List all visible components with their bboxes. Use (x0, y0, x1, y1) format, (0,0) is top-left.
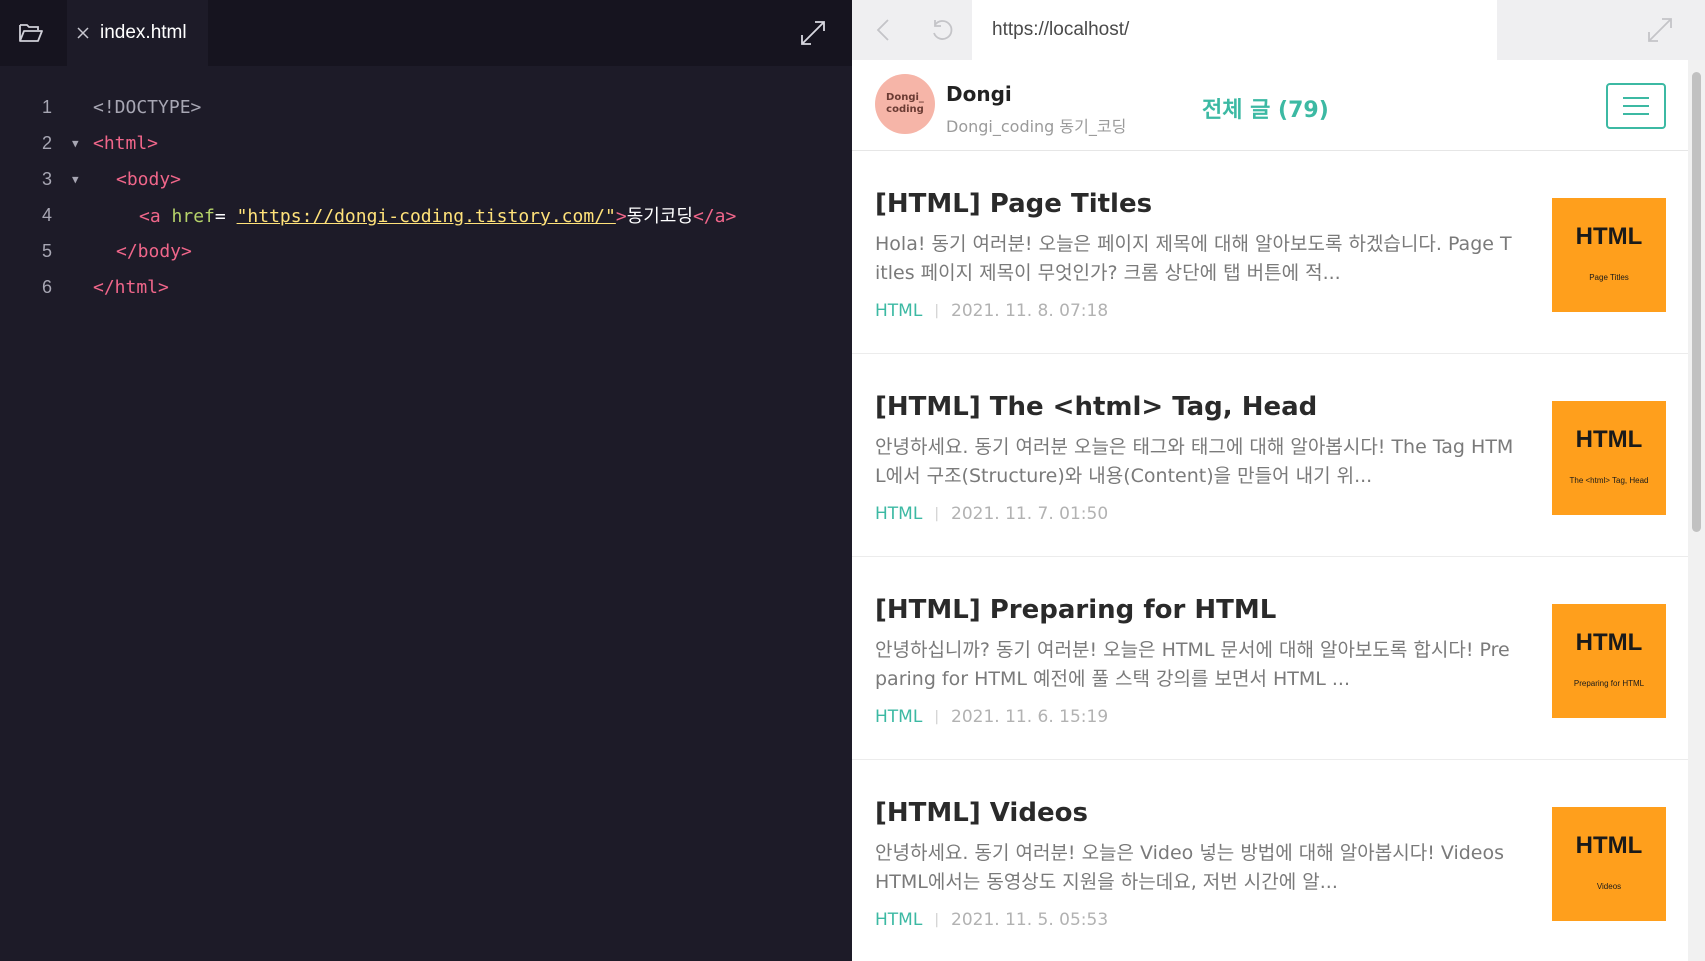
post-excerpt: 안녕하세요. 동기 여러분 오늘은 태그와 태그에 대해 알아봅시다! The … (875, 436, 1514, 487)
post-item[interactable]: [HTML] Page Titles Hola! 동기 여러분! 오늘은 페이지… (852, 151, 1688, 354)
post-date: 2021. 11. 6. 15:19 (951, 707, 1109, 727)
line-number: 4 (41, 204, 52, 225)
line-number: 5 (41, 240, 52, 261)
code-anchor-open: <a (139, 206, 161, 227)
post-excerpt: Hola! 동기 여러분! 오늘은 페이지 제목에 대해 알아보도록 하겠습니다… (875, 233, 1512, 284)
code-editor: index.html 1 <!DOCTYPE> 2 ▼ <html> 3 ▼ <… (0, 0, 852, 961)
thumbnail-title: HTML (1575, 222, 1643, 250)
chevron-left-icon (876, 19, 889, 41)
code-area[interactable]: 1 <!DOCTYPE> 2 ▼ <html> 3 ▼ <body> 4 <a … (0, 89, 852, 305)
post-excerpt: 안녕하세요. 동기 여러분! 오늘은 Video 넣는 방법에 대해 알아봅시다… (875, 842, 1504, 893)
expand-icon[interactable] (1644, 14, 1676, 46)
back-button[interactable] (868, 14, 900, 46)
thumbnail-title: HTML (1575, 425, 1643, 453)
scrollbar-thumb[interactable] (1692, 72, 1701, 532)
meta-separator: | (934, 506, 940, 522)
post-item[interactable]: [HTML] The <html> Tag, Head 안녕하세요. 동기 여러… (852, 354, 1688, 557)
code-line: 3 ▼ <body> (0, 161, 852, 197)
code-line: 4 <a href= "https://dongi-coding.tistory… (0, 197, 852, 233)
code-anchor-line: <a href= "https://dongi-coding.tistory.c… (139, 202, 736, 228)
line-number: 2 (41, 132, 52, 153)
hamburger-menu-icon[interactable] (1606, 83, 1666, 129)
code-doctype: <!DOCTYPE> (93, 96, 202, 118)
post-meta: HTML | 2021. 11. 8. 07:18 (875, 301, 1108, 321)
post-title[interactable]: [HTML] Preparing for HTML (875, 595, 1276, 625)
meta-separator: | (934, 709, 940, 725)
thumbnail-subtitle: Page Titles (1589, 272, 1629, 282)
post-title[interactable]: [HTML] Videos (875, 798, 1088, 828)
fold-arrow-icon[interactable]: ▼ (72, 173, 79, 186)
code-equals: = (214, 206, 237, 227)
code-line: 6 </html> (0, 269, 852, 305)
post-meta: HTML | 2021. 11. 7. 01:50 (875, 504, 1108, 524)
folder-open-button[interactable] (0, 0, 62, 66)
code-html-open: <html> (93, 132, 159, 154)
avatar[interactable]: Dongi_ coding (875, 74, 935, 134)
post-category[interactable]: HTML (875, 910, 922, 930)
meta-separator: | (934, 303, 940, 319)
post-item[interactable]: [HTML] Videos 안녕하세요. 동기 여러분! 오늘은 Video 넣… (852, 760, 1688, 961)
post-date: 2021. 11. 8. 07:18 (951, 301, 1109, 321)
line-number: 3 (41, 168, 52, 189)
code-anchor-text: 동기코딩 (626, 206, 693, 227)
folder-open-icon (19, 24, 43, 42)
total-posts-link[interactable]: 전체 글 (79) (1202, 92, 1329, 124)
post-thumbnail[interactable]: HTML Page Titles (1552, 198, 1666, 312)
code-href-value[interactable]: "https://dongi-coding.tistory.com/" (237, 206, 616, 227)
post-category[interactable]: HTML (875, 301, 922, 321)
post-thumbnail[interactable]: HTML The <html> Tag, Head (1552, 401, 1666, 515)
blog-page: Dongi_ coding Dongi Dongi_coding 동기_코딩 전… (852, 60, 1688, 961)
meta-separator: | (934, 912, 940, 928)
blog-header: Dongi_ coding Dongi Dongi_coding 동기_코딩 전… (852, 60, 1688, 151)
code-attr-href: href (160, 206, 215, 227)
code-body-open: <body> (116, 168, 182, 190)
post-meta: HTML | 2021. 11. 6. 15:19 (875, 707, 1108, 727)
code-anchor-close: </a> (692, 206, 737, 227)
post-meta: HTML | 2021. 11. 5. 05:53 (875, 910, 1108, 930)
post-title[interactable]: [HTML] The <html> Tag, Head (875, 392, 1317, 422)
post-excerpt: 안녕하십니까? 동기 여러분! 오늘은 HTML 문서에 대해 알아보도록 합시… (875, 639, 1510, 690)
post-category[interactable]: HTML (875, 504, 922, 524)
code-line: 5 </body> (0, 233, 852, 269)
post-date: 2021. 11. 5. 05:53 (951, 910, 1109, 930)
code-line: 2 ▼ <html> (0, 125, 852, 161)
avatar-text-line2: coding (886, 104, 924, 115)
scrollbar[interactable] (1688, 60, 1705, 961)
refresh-button[interactable] (926, 14, 958, 46)
expand-icon[interactable] (798, 18, 828, 48)
tab-label: index.html (100, 22, 187, 43)
thumbnail-subtitle: Preparing for HTML (1573, 678, 1645, 688)
blog-description: Dongi_coding 동기_코딩 (946, 117, 1127, 136)
post-thumbnail[interactable]: HTML Preparing for HTML (1552, 604, 1666, 718)
thumbnail-subtitle: Videos (1596, 881, 1622, 891)
code-html-close: </html> (93, 276, 169, 298)
browser-toolbar: https://localhost/ (852, 0, 1705, 60)
blog-name[interactable]: Dongi (946, 82, 1012, 106)
code-anchor-gt: > (615, 206, 627, 227)
fold-arrow-icon[interactable]: ▼ (72, 137, 79, 150)
code-body-close: </body> (116, 240, 192, 262)
post-title[interactable]: [HTML] Page Titles (875, 189, 1152, 219)
refresh-icon (933, 20, 953, 40)
browser-preview: https://localhost/ Dongi_ coding Dongi D… (852, 0, 1705, 961)
post-thumbnail[interactable]: HTML Videos (1552, 807, 1666, 921)
thumbnail-title: HTML (1575, 831, 1643, 859)
thumbnail-title: HTML (1575, 628, 1643, 656)
post-date: 2021. 11. 7. 01:50 (951, 504, 1109, 524)
editor-toolbar: index.html (0, 0, 852, 66)
code-line: 1 <!DOCTYPE> (0, 89, 852, 125)
avatar-text-line1: Dongi_ (886, 92, 924, 103)
post-category[interactable]: HTML (875, 707, 922, 727)
file-tab-index-html[interactable]: index.html (67, 0, 208, 66)
thumbnail-subtitle: The <html> Tag, Head (1569, 475, 1649, 485)
close-icon[interactable] (75, 25, 91, 41)
line-number: 6 (41, 276, 52, 297)
post-item[interactable]: [HTML] Preparing for HTML 안녕하십니까? 동기 여러분… (852, 557, 1688, 760)
url-input[interactable]: https://localhost/ (972, 0, 1497, 60)
line-number: 1 (41, 96, 52, 117)
